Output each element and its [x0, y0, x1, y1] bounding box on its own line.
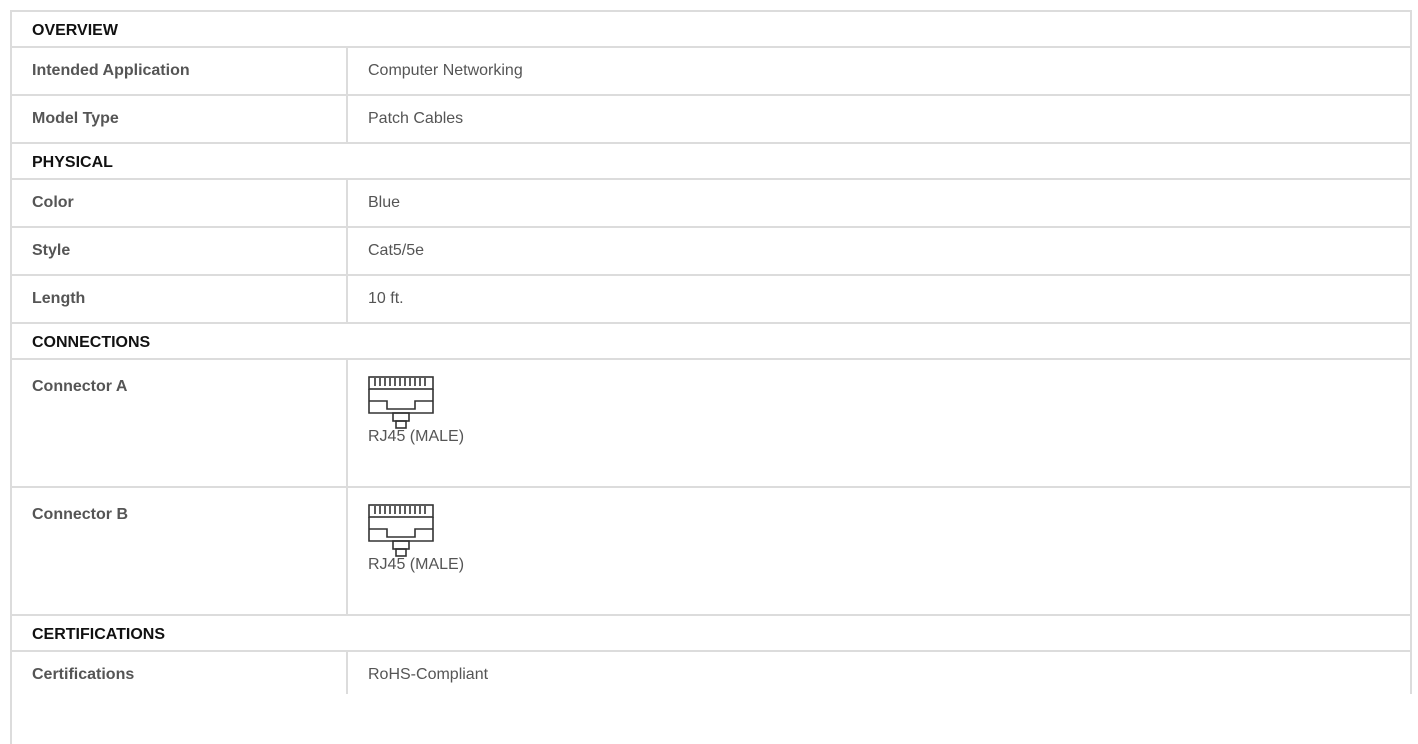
connector-type-label: RJ45 (MALE): [368, 428, 465, 445]
spec-label: Model Type: [12, 96, 348, 142]
spec-row-connector-a: Connector A RJ45 (MALE): [12, 360, 1412, 488]
spec-label: Style: [12, 228, 348, 274]
section-header-connections: CONNECTIONS: [12, 324, 1412, 360]
rj45-connector-icon: [368, 376, 434, 429]
spec-row-intended-application: Intended Application Computer Networking: [12, 48, 1412, 96]
spec-row-style: Style Cat5/5e: [12, 228, 1412, 276]
spec-value: 10 ft.: [348, 276, 1412, 322]
spec-label: Connector A: [12, 360, 348, 486]
section-header-certifications: CERTIFICATIONS: [12, 616, 1412, 652]
spec-value: RoHS-Compliant: [348, 652, 1412, 694]
spec-label: Connector B: [12, 488, 348, 614]
section-header-overview: OVERVIEW: [12, 12, 1412, 48]
spec-value: Cat5/5e: [348, 228, 1412, 274]
spec-value: Blue: [348, 180, 1412, 226]
spec-label: Length: [12, 276, 348, 322]
spec-label: Color: [12, 180, 348, 226]
spec-value: Computer Networking: [348, 48, 1412, 94]
spec-row-connector-b: Connector B RJ45 (MALE): [12, 488, 1412, 616]
spec-value: RJ45 (MALE): [348, 488, 1412, 614]
spec-table: OVERVIEW Intended Application Computer N…: [10, 10, 1412, 744]
spec-row-color: Color Blue: [12, 180, 1412, 228]
spec-value: RJ45 (MALE): [348, 360, 1412, 486]
spec-label: Intended Application: [12, 48, 348, 94]
spec-row-model-type: Model Type Patch Cables: [12, 96, 1412, 144]
spec-label: Certifications: [12, 652, 348, 694]
spec-row-certifications: Certifications RoHS-Compliant: [12, 652, 1412, 694]
connector-type-label: RJ45 (MALE): [368, 556, 465, 573]
rj45-connector-icon: [368, 504, 434, 557]
section-header-physical: PHYSICAL: [12, 144, 1412, 180]
spec-value: Patch Cables: [348, 96, 1412, 142]
spec-row-length: Length 10 ft.: [12, 276, 1412, 324]
